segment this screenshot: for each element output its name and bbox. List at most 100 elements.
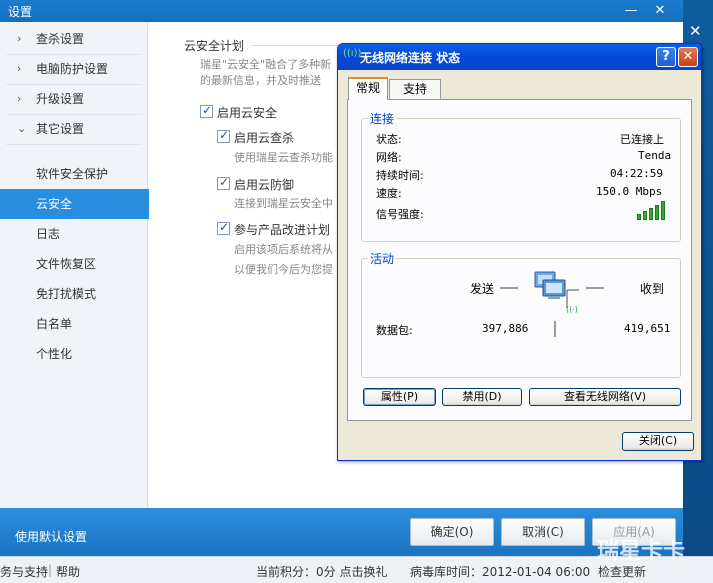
network-computers-icon: ((·)) [531,268,581,316]
packets-received-value: 419,651 [624,322,671,335]
packets-sent-value: 397,886 [482,322,529,335]
duration-value: 04:22:59 [610,167,663,180]
divider: | [48,563,53,577]
action-bar: 使用默认设置 确定(O) 取消(C) 应用(A) [0,508,683,556]
close-button[interactable]: ✕ [650,1,670,21]
sidebar-group-other[interactable]: ⌄ 其它设置 [0,114,148,144]
sent-label: 发送 [470,282,495,296]
network-label: 网络: [376,151,402,164]
section-description: 的最新信息，并及时推送 [200,74,321,87]
window-title: 设置 [8,5,33,19]
cloud-defense-checkbox[interactable] [217,175,230,190]
signal-bar [649,208,653,220]
dialog-title: 无线网络连接 状态 [360,51,461,65]
signal-strength-icon [637,200,667,220]
points-info[interactable]: 当前积分：0分 点击换礼 [256,563,387,580]
status-label: 状态: [376,133,402,146]
help-button[interactable]: ? [656,47,676,67]
help-link[interactable]: 帮助 [56,563,80,580]
screen: 设置 — ✕ › 查杀设置 › 电脑防护设置 › 升级设置 ⌄ 其它设置 软件安… [0,0,713,583]
sidebar-group-label: 升级设置 [36,92,85,106]
support-link[interactable]: 务与支持 [0,563,48,580]
improve-plan-description: 以便我们今后为您提 [234,263,333,276]
cloud-scan-label: 启用云查杀 [234,131,295,145]
sidebar-item-label: 软件安全保护 [36,167,109,181]
cloud-defense-description: 连接到瑞星云安全中 [234,197,333,210]
chevron-right-icon: › [17,92,22,105]
section-title: 云安全计划 [184,39,245,53]
cloud-scan-description: 使用瑞星云查杀功能 [234,151,333,164]
dialog-title-bar[interactable]: ((ı)) 无线网络连接 状态 ? ✕ [338,44,701,70]
activity-group-label: 活动 [368,250,397,267]
sidebar-item-whitelist[interactable]: 白名单 [0,309,148,339]
virus-db-time: 病毒库时间：2012-01-04 06:00 [410,565,591,579]
speed-label: 速度: [376,187,402,200]
section-description: 瑞星"云安全"融合了多种新 [200,58,332,71]
sidebar-item-software-protection[interactable]: 软件安全保护 [0,159,148,189]
sidebar-item-cloud-security[interactable]: 云安全 [0,189,157,219]
close-icon[interactable]: ✕ [689,22,702,40]
signal-bar [661,201,665,220]
dialog-close-btn[interactable]: 关闭(C) [622,432,694,451]
sidebar-item-do-not-disturb[interactable]: 免打扰模式 [0,279,148,309]
sidebar-item-personalize[interactable]: 个性化 [0,339,148,369]
divider [500,287,518,289]
improve-plan-checkbox[interactable] [217,220,230,235]
sidebar-group-label: 其它设置 [36,122,85,136]
sidebar-item-label: 文件恢复区 [36,257,97,271]
sidebar-item-label: 云安全 [36,197,73,211]
sidebar-group-label: 查杀设置 [36,32,85,46]
cancel-button[interactable]: 取消(C) [501,518,585,546]
wireless-status-dialog: ((ı)) 无线网络连接 状态 ? ✕ 常规 支持 连接 状态: 已连接上 网络… [337,43,702,461]
sidebar-item-file-recovery[interactable]: 文件恢复区 [0,249,148,279]
check-update-link[interactable]: 检查更新 [598,563,646,580]
dialog-close-button[interactable]: ✕ [678,47,698,67]
cloud-scan-checkbox[interactable] [217,128,230,143]
cloud-defense-label: 启用云防御 [234,178,295,192]
sidebar: › 查杀设置 › 电脑防护设置 › 升级设置 ⌄ 其它设置 软件安全保护 云安全… [0,22,157,508]
received-label: 收到 [640,282,665,296]
tab-support[interactable]: 支持 [389,79,441,99]
properties-button[interactable]: 属性(P) [363,388,436,406]
activity-group [361,258,681,378]
tab-panel-general: 连接 状态: 已连接上 网络: Tenda 持续时间: 04:22:59 速度:… [347,99,692,421]
sidebar-item-label: 日志 [36,227,61,241]
network-value: Tenda [638,149,672,162]
signal-bar [655,205,659,220]
divider [554,321,556,337]
default-settings-link[interactable]: 使用默认设置 [15,528,87,545]
tab-general[interactable]: 常规 [348,77,388,100]
sidebar-item-log[interactable]: 日志 [0,219,148,249]
settings-title-bar[interactable]: 设置 — ✕ [0,0,683,22]
chevron-right-icon: › [17,62,22,75]
improve-plan-description: 启用该项后系统将从 [234,243,333,256]
svg-text:((·)): ((·)) [566,305,579,314]
signal-bar [637,214,641,220]
watermark-logo: 瑞星卡卡 [597,539,686,564]
chevron-right-icon: › [17,32,22,45]
chevron-down-icon: ⌄ [17,122,27,135]
enable-cloud-label: 启用云安全 [217,106,278,120]
sidebar-item-label: 个性化 [36,347,73,361]
divider [586,287,604,289]
packets-label: 数据包: [376,324,413,337]
sidebar-group-upgrade[interactable]: › 升级设置 [0,84,148,114]
sidebar-item-label: 白名单 [36,317,73,331]
duration-label: 持续时间: [376,169,424,182]
sidebar-group-scan[interactable]: › 查杀设置 [0,24,148,54]
connection-group-label: 连接 [368,110,397,127]
sidebar-group-label: 电脑防护设置 [36,62,109,76]
minimize-button[interactable]: — [621,1,641,21]
signal-strength-label: 信号强度: [376,208,424,221]
improve-plan-label: 参与产品改进计划 [234,223,331,237]
sidebar-item-label: 免打扰模式 [36,287,97,301]
wireless-signal-icon: ((ı)) [343,48,362,59]
speed-value: 150.0 Mbps [596,185,663,198]
view-wireless-networks-button[interactable]: 查看无线网络(V) [529,388,681,406]
sidebar-group-protection[interactable]: › 电脑防护设置 [0,54,148,84]
signal-bar [643,211,647,220]
ok-button[interactable]: 确定(O) [410,518,494,546]
status-value: 已连接上 [620,133,664,146]
enable-cloud-checkbox[interactable] [200,103,213,118]
disable-button[interactable]: 禁用(D) [442,388,522,406]
